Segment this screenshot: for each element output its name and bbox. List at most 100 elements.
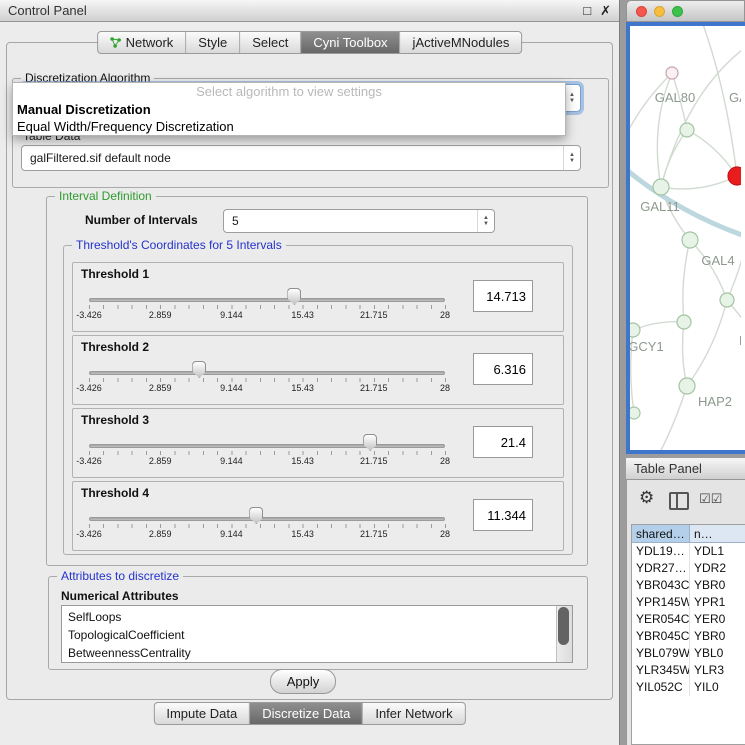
threshold-value-field[interactable]: 6.316 [473, 353, 533, 385]
network-node[interactable] [720, 293, 734, 307]
tick-label: 21.715 [360, 456, 388, 466]
threshold-value-field[interactable]: 21.4 [473, 426, 533, 458]
table-row[interactable]: YDR27…YDR2 [632, 560, 745, 577]
algorithm-option-equal-width-frequency-discretization[interactable]: Equal Width/Frequency Discretization [13, 118, 565, 135]
threshold-slider[interactable]: -3.4262.8599.14415.4321.71528 [89, 504, 447, 546]
table-row[interactable]: YBR045CYBR0 [632, 628, 745, 645]
tab-jactivemnodules[interactable]: jActiveMNodules [401, 32, 522, 53]
node-label: GAL4 [701, 253, 734, 268]
threshold-slider[interactable]: -3.4262.8599.14415.4321.71528 [89, 431, 447, 473]
threshold-slider[interactable]: -3.4262.8599.14415.4321.71528 [89, 358, 447, 400]
tab-impute-data[interactable]: Impute Data [154, 703, 250, 724]
table-cell: YBR045C [632, 628, 690, 645]
tab-network[interactable]: Network [98, 32, 187, 53]
algorithm-dropdown-popup: Select algorithm to view settings Manual… [12, 82, 566, 136]
network-edge[interactable] [687, 300, 727, 386]
network-edge[interactable] [661, 176, 737, 189]
slider-track[interactable] [89, 517, 445, 521]
tab-discretize-data[interactable]: Discretize Data [250, 703, 363, 724]
tab-label: Network [126, 35, 174, 50]
table-row[interactable]: YLR345WYLR3 [632, 662, 745, 679]
network-node[interactable] [677, 315, 691, 329]
slider-thumb[interactable] [287, 288, 301, 305]
network-edge[interactable] [630, 73, 672, 148]
tab-label: Discretize Data [262, 706, 350, 721]
float-window-icon[interactable]: □ [583, 3, 591, 19]
control-panel-titlebar: Control Panel □ ✗ [0, 0, 619, 22]
tab-select[interactable]: Select [240, 32, 301, 53]
tick-label: 21.715 [360, 529, 388, 539]
network-node[interactable] [680, 123, 694, 137]
network-node[interactable] [682, 232, 698, 248]
threshold-value-field[interactable]: 14.713 [473, 280, 533, 312]
gear-icon[interactable]: ⚙ [639, 488, 654, 508]
table-cell: YBR0 [690, 628, 745, 645]
network-node[interactable] [679, 378, 695, 394]
network-edge[interactable] [633, 322, 684, 330]
tab-cyni-toolbox[interactable]: Cyni Toolbox [301, 32, 400, 53]
table-data-combobox[interactable]: galFiltered.sif default node ▲▼ [21, 145, 581, 171]
numerical-attributes-label: Numerical Attributes [61, 589, 179, 603]
tab-infer-network[interactable]: Infer Network [363, 703, 464, 724]
table-row[interactable]: YER054CYER0 [632, 611, 745, 628]
algorithm-option-manual-discretization[interactable]: Manual Discretization [13, 101, 565, 118]
table-row[interactable]: YPR145WYPR1 [632, 594, 745, 611]
zoom-traffic-light-icon[interactable] [672, 6, 683, 17]
tick-label: 21.715 [360, 310, 388, 320]
tick-label: 15.43 [291, 529, 314, 539]
network-view-window: GAL80GAGAL11GAL4GCY1HAP2H [626, 0, 745, 454]
network-node[interactable] [630, 323, 640, 337]
table-row[interactable]: YBL079WYBL0 [632, 645, 745, 662]
attribute-list-item[interactable]: BetweennessCentrality [68, 644, 572, 662]
network-node[interactable] [653, 179, 669, 195]
network-node[interactable] [728, 167, 741, 185]
column-header[interactable]: n… [690, 525, 745, 543]
table-row[interactable]: YDL19…YDL1 [632, 543, 745, 560]
attributes-to-discretize-group: Attributes to discretize Numerical Attri… [48, 576, 588, 670]
apply-button[interactable]: Apply [270, 669, 336, 694]
slider-ticks [89, 451, 446, 455]
slider-thumb[interactable] [249, 507, 263, 524]
network-edge[interactable] [690, 240, 727, 300]
slider-thumb[interactable] [192, 361, 206, 378]
tick-label: 9.144 [220, 310, 243, 320]
slider-thumb[interactable] [363, 434, 377, 451]
attribute-list-item[interactable]: TopologicalCoefficient [68, 626, 572, 644]
thresholds-group-title: Threshold's Coordinates for 5 Intervals [72, 238, 286, 252]
table-row[interactable]: YIL052CYIL0 [632, 679, 745, 696]
close-traffic-light-icon[interactable] [636, 6, 647, 17]
tick-label: 28 [440, 310, 450, 320]
list-scrollbar[interactable] [556, 606, 572, 662]
attribute-list-item[interactable]: SelfLoops [68, 608, 572, 626]
network-edge[interactable] [687, 130, 737, 176]
slider-track[interactable] [89, 371, 445, 375]
network-edge[interactable] [683, 240, 690, 322]
tab-label: jActiveMNodules [413, 35, 510, 50]
slider-track[interactable] [89, 444, 445, 448]
numerical-attributes-list[interactable]: SelfLoopsTopologicalCoefficientBetweenne… [61, 605, 573, 663]
select-columns-checkbox-icons[interactable]: ☑☑ [699, 491, 722, 507]
table-row[interactable]: YBR043CYBR0 [632, 577, 745, 594]
network-edge[interactable] [727, 118, 741, 300]
minimize-traffic-light-icon[interactable] [654, 6, 665, 17]
network-edge[interactable] [683, 322, 687, 386]
columns-icon[interactable] [669, 492, 689, 510]
slider-track[interactable] [89, 298, 445, 302]
scrollbar-thumb[interactable] [558, 607, 569, 645]
threshold-slider[interactable]: -3.4262.8599.14415.4321.71528 [89, 285, 447, 327]
interval-definition-group: Interval Definition Number of Intervals … [46, 196, 588, 566]
network-icon [110, 37, 121, 48]
column-header[interactable]: shared… [632, 525, 690, 543]
network-edge[interactable] [658, 386, 687, 450]
threshold-panel-3: Threshold 3-3.4262.8599.14415.4321.71528… [72, 408, 564, 478]
threshold-value-field[interactable]: 11.344 [473, 499, 533, 531]
node-attribute-table[interactable]: shared…n…YDL19…YDL1YDR27…YDR2YBR043CYBR0… [631, 524, 745, 745]
node-label: GAL80 [655, 90, 695, 105]
tab-style[interactable]: Style [186, 32, 240, 53]
close-window-icon[interactable]: ✗ [600, 3, 611, 19]
network-node[interactable] [666, 67, 678, 79]
network-edge[interactable] [661, 130, 687, 187]
network-node[interactable] [630, 407, 640, 419]
number-of-intervals-combobox[interactable]: 5 ▲▼ [223, 209, 495, 233]
network-canvas[interactable]: GAL80GAGAL11GAL4GCY1HAP2H [626, 22, 745, 454]
